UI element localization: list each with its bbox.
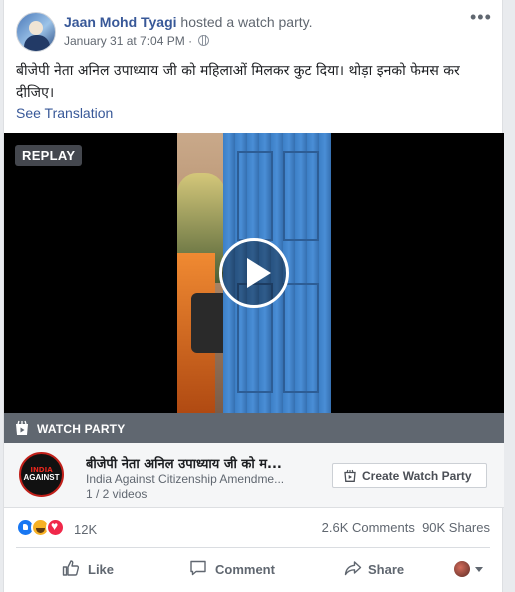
watch-party-icon (344, 469, 356, 482)
comment-button[interactable]: Comment (189, 552, 289, 586)
post-action-text: hosted a watch party. (176, 14, 313, 30)
thumbs-up-icon (62, 560, 80, 576)
share-icon (344, 561, 362, 576)
love-reaction-icon (46, 518, 65, 537)
thumbnail-text: AGAINST (23, 473, 60, 482)
watch-party-icon (16, 420, 28, 435)
watch-party-bar: WATCH PARTY (4, 413, 504, 443)
watch-party-label: WATCH PARTY (37, 422, 126, 436)
replay-badge: REPLAY (15, 145, 83, 166)
comments-shares-summary: 2.6K Comments 90K Shares (322, 520, 490, 535)
post-actions: Like Comment Share (16, 552, 490, 586)
like-button[interactable]: Like (62, 552, 132, 586)
post-timestamp[interactable]: January 31 at 7:04 PM (64, 34, 185, 48)
post-headline: Jaan Mohd Tyagi hosted a watch party. (64, 14, 312, 30)
post-meta: January 31 at 7:04 PM · (64, 34, 210, 48)
play-icon[interactable] (219, 238, 289, 308)
queue-video-source[interactable]: India Against Citizenship Amendme... (86, 472, 301, 486)
share-button[interactable]: Share (344, 552, 424, 586)
author-avatar[interactable] (16, 12, 56, 52)
more-options-icon[interactable]: ••• (470, 8, 491, 28)
post-header: Jaan Mohd Tyagi hosted a watch party. Ja… (16, 8, 491, 54)
see-translation-link[interactable]: See Translation (16, 105, 113, 121)
watch-party-queue: INDIA AGAINST बीजेपी नेता अनिल उपाध्याय … (4, 443, 504, 508)
audience-selector[interactable] (454, 552, 494, 586)
video-player[interactable]: REPLAY (4, 133, 504, 413)
chevron-down-icon (475, 567, 483, 572)
post-text: बीजेपी नेता अनिल उपाध्याय जी को महिलाओं … (16, 63, 460, 101)
shares-count-link[interactable]: 90K Shares (422, 520, 490, 535)
viewer-avatar (454, 561, 470, 577)
video-thumbnail[interactable]: INDIA AGAINST (19, 452, 64, 497)
share-label: Share (368, 562, 405, 577)
author-name-link[interactable]: Jaan Mohd Tyagi (64, 14, 177, 30)
comments-count-link[interactable]: 2.6K Comments (322, 520, 415, 535)
globe-icon[interactable] (198, 35, 210, 46)
actions-divider (16, 547, 490, 548)
comment-icon (190, 560, 206, 576)
create-watch-party-button[interactable]: Create Watch Party (332, 463, 487, 488)
post-card: Jaan Mohd Tyagi hosted a watch party. Ja… (3, 0, 504, 592)
reactions-count[interactable]: 12K (74, 522, 97, 537)
queue-video-title[interactable]: बीजेपी नेता अनिल उपाध्याय जी को म... (86, 454, 301, 472)
post-stats: 12K 2.6K Comments 90K Shares (16, 516, 490, 540)
like-label: Like (88, 562, 115, 577)
queue-video-count: 1 / 2 videos (86, 487, 148, 501)
create-watch-party-label: Create Watch Party (362, 469, 472, 483)
comment-label: Comment (215, 562, 275, 577)
meta-separator: · (184, 34, 196, 48)
